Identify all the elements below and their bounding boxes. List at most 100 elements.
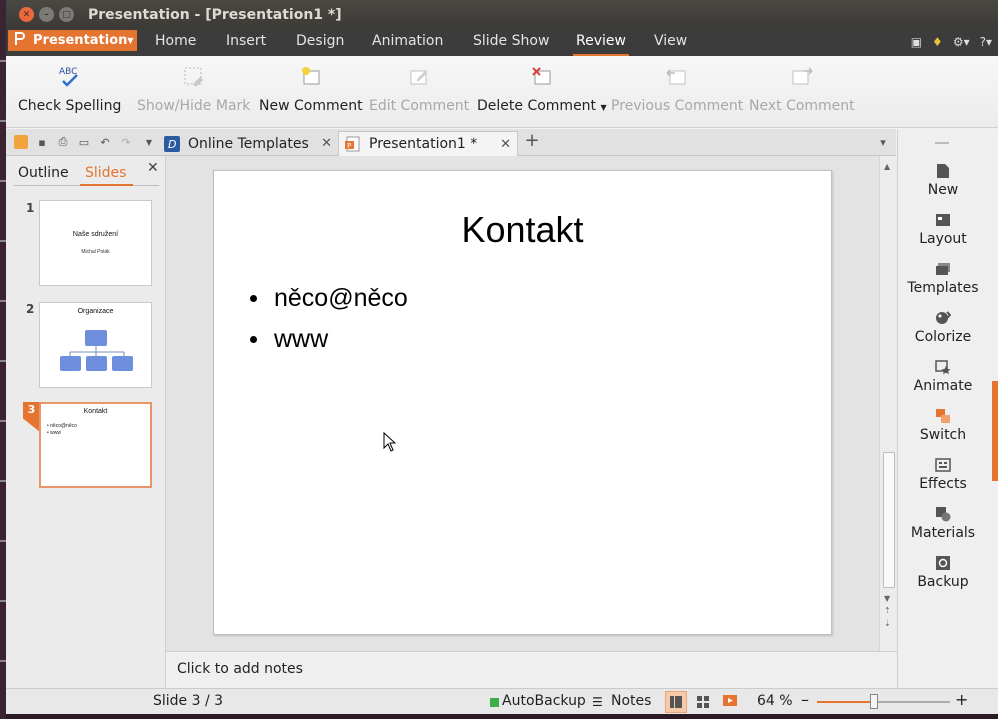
- sidebar-item-label: Layout: [919, 231, 967, 247]
- new-comment-button[interactable]: New Comment: [259, 64, 363, 114]
- zoom-slider-handle[interactable]: [870, 694, 878, 709]
- vertical-scrollbar[interactable]: ▲ ▼ ⇡ ⇣: [879, 156, 897, 651]
- window-minimize-button[interactable]: –: [39, 7, 54, 22]
- slide-show-view-button[interactable]: [719, 691, 741, 713]
- tab-presentation1[interactable]: P Presentation1 * ✕: [338, 131, 518, 156]
- sidebar-item-animate[interactable]: Animate: [898, 358, 988, 394]
- notes-pane[interactable]: Click to add notes: [166, 651, 897, 688]
- notes-placeholder: Click to add notes: [177, 661, 303, 677]
- menu-tab-slide-show[interactable]: Slide Show: [473, 33, 549, 49]
- ribbon-review: ABC Check Spelling Show/Hide Mark New Co…: [6, 56, 998, 128]
- thumb-bullet: • něco@něco: [47, 423, 77, 429]
- print-icon[interactable]: ⎙: [56, 135, 70, 149]
- window-close-button[interactable]: ✕: [19, 7, 34, 22]
- menu-tab-design[interactable]: Design: [296, 33, 344, 49]
- sidebar-grip[interactable]: [935, 142, 949, 144]
- app-menu-button[interactable]: Presentation ▼: [8, 30, 137, 51]
- next-slide-icon[interactable]: ⇣: [884, 619, 891, 628]
- delete-comment-button[interactable]: Delete Comment ▼: [477, 64, 607, 114]
- sidebar-collapse-handle[interactable]: [992, 381, 998, 481]
- save-icon[interactable]: ▪: [35, 135, 49, 149]
- notes-toggle-button[interactable]: Notes: [611, 693, 651, 709]
- slide-sorter-view-button[interactable]: [692, 691, 714, 713]
- menu-tab-insert[interactable]: Insert: [226, 33, 266, 49]
- sidebar-item-templates[interactable]: Templates: [898, 260, 988, 296]
- layout-icon: [935, 211, 951, 229]
- zoom-in-icon[interactable]: +: [955, 690, 968, 709]
- new-slide-icon: [936, 162, 950, 180]
- document-tab-bar: ▪ ⎙ ▭ ↶ ↷ ▼ D Online Templates ✕ P Prese…: [6, 129, 896, 156]
- slide-bullet[interactable]: www: [250, 325, 328, 354]
- sidebar-item-new[interactable]: New: [898, 162, 988, 198]
- scrollbar-thumb[interactable]: [883, 452, 895, 588]
- scroll-up-icon[interactable]: ▲: [884, 162, 890, 171]
- slide-bullet-text: něco@něco: [274, 284, 408, 312]
- materials-icon: [935, 505, 951, 523]
- open-folder-icon[interactable]: [14, 135, 28, 149]
- sidebar-item-materials[interactable]: Materials: [898, 505, 988, 541]
- sidebar-item-layout[interactable]: Layout: [898, 211, 988, 247]
- wps-online-icon: D: [164, 135, 180, 152]
- close-icon[interactable]: ✕: [500, 137, 511, 152]
- new-tab-plus-icon[interactable]: +: [524, 130, 539, 151]
- edit-comment-icon: [407, 64, 431, 90]
- sidebar-item-label: Materials: [910, 525, 976, 541]
- close-icon[interactable]: ✕: [147, 160, 159, 176]
- sidebar-item-colorize[interactable]: Colorize: [898, 309, 988, 345]
- thumb-bullet-text: něco@něco: [50, 423, 77, 429]
- chevron-down-icon: ▼: [600, 103, 607, 112]
- quick-access-dropdown-icon[interactable]: ▼: [142, 135, 156, 149]
- sidebar-item-effects[interactable]: Effects: [898, 456, 988, 492]
- slide-title[interactable]: Kontakt: [214, 209, 831, 251]
- shirt-icon[interactable]: ♦: [932, 35, 943, 49]
- menu-tab-review[interactable]: Review: [573, 33, 629, 56]
- autobackup-button[interactable]: AutoBackup: [502, 693, 586, 709]
- slide-editing-area: Kontakt něco@něco www: [166, 156, 897, 651]
- slide-counter: Slide 3 / 3: [153, 693, 224, 709]
- menu-tab-home[interactable]: Home: [155, 33, 196, 49]
- zoom-level[interactable]: 64 %: [757, 693, 793, 709]
- tab-online-templates[interactable]: D Online Templates ✕: [158, 131, 338, 156]
- delete-comment-icon: [530, 64, 554, 90]
- bullet-icon: [250, 336, 257, 343]
- sidebar-item-label: Backup: [917, 574, 969, 590]
- panel-tab-divider: [14, 184, 159, 186]
- sidebar-item-switch[interactable]: Switch: [898, 407, 988, 443]
- spell-check-icon: ABC: [57, 64, 83, 90]
- window-maximize-button[interactable]: □: [59, 7, 74, 22]
- menu-tab-view[interactable]: View: [654, 33, 687, 49]
- slide-bullet[interactable]: něco@něco: [250, 284, 408, 313]
- tab-slides[interactable]: Slides: [85, 165, 126, 181]
- edit-comment-button[interactable]: Edit Comment: [369, 64, 469, 114]
- next-comment-button[interactable]: Next Comment: [749, 64, 855, 114]
- slide-thumbnail-3[interactable]: Kontakt • něco@něco • www: [39, 402, 152, 488]
- help-button[interactable]: ?▾: [980, 35, 992, 49]
- sidebar-item-backup[interactable]: Backup: [898, 554, 988, 590]
- svg-text:P: P: [347, 142, 351, 150]
- check-spelling-label: Check Spelling: [18, 98, 122, 114]
- show-hide-mark-button[interactable]: Show/Hide Mark: [137, 64, 250, 114]
- close-icon[interactable]: ✕: [321, 136, 332, 151]
- settings-icon[interactable]: ⚙▾: [953, 35, 970, 49]
- skin-icon[interactable]: ▣: [911, 35, 922, 49]
- title-bar: ✕ – □ Presentation - [Presentation1 *]: [6, 0, 998, 29]
- zoom-out-icon[interactable]: –: [801, 690, 809, 709]
- slide-canvas[interactable]: Kontakt něco@něco www: [213, 170, 832, 635]
- zoom-slider[interactable]: [817, 701, 950, 703]
- normal-view-button[interactable]: [665, 691, 687, 713]
- undo-icon[interactable]: ↶: [98, 135, 112, 149]
- slide-thumbnail-2[interactable]: Organizace: [39, 302, 152, 388]
- previous-comment-button[interactable]: Previous Comment: [611, 64, 743, 114]
- redo-icon[interactable]: ↷: [119, 135, 133, 149]
- menu-tab-animation[interactable]: Animation: [372, 33, 443, 49]
- tab-outline[interactable]: Outline: [18, 165, 69, 181]
- slide-thumbnail-1[interactable]: Naše sdružení Michal Polák: [39, 200, 152, 286]
- scroll-down-icon[interactable]: ▼: [884, 594, 890, 603]
- sidebar-item-label: Animate: [913, 378, 973, 394]
- print-preview-icon[interactable]: ▭: [77, 135, 91, 149]
- slide-thumb-number: 2: [26, 302, 35, 316]
- spell-check-icon-text: ABC: [59, 67, 77, 77]
- previous-slide-icon[interactable]: ⇡: [884, 606, 891, 615]
- tab-list-icon[interactable]: ▾: [876, 135, 890, 149]
- check-spelling-button[interactable]: ABC Check Spelling: [18, 64, 121, 114]
